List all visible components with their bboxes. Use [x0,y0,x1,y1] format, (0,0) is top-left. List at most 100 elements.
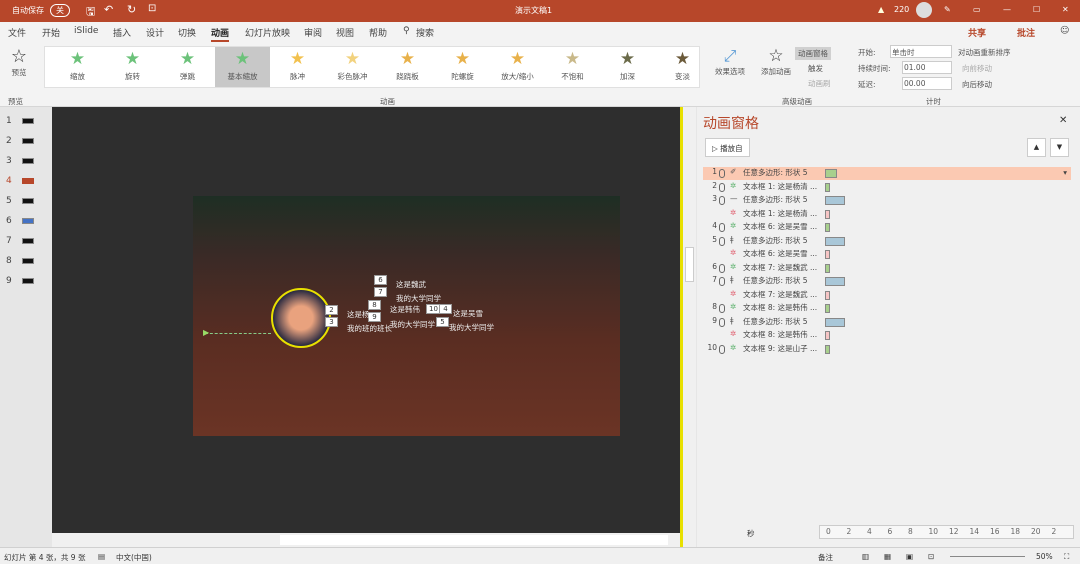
zoom-level[interactable]: 50% [1036,552,1053,561]
delay-input[interactable]: 00.00 [902,77,952,90]
tab-help[interactable]: 帮助 [369,26,387,39]
move-down-button[interactable]: ▼ [1050,138,1069,157]
minimize-button[interactable]: — [1003,5,1011,14]
pen-icon[interactable]: ✎ [944,5,951,14]
slide-text[interactable]: 这是魏武 [396,279,426,290]
tab-animations[interactable]: 动画 [211,26,230,42]
animation-list-item[interactable]: ✲ 文本框 8: 这是韩伟 ... [703,329,1071,342]
animation-list-item[interactable]: 10 ✲ 文本框 9: 这是山子 ... [703,343,1071,356]
vertical-scrollbar[interactable] [683,107,696,547]
timing-bar[interactable] [825,182,830,192]
normal-view-icon[interactable]: ▥ [862,552,869,561]
slide-thumbnail[interactable]: 5 [6,196,34,206]
timing-bar[interactable] [825,331,830,340]
animation-painter-button[interactable]: 动画刷 [808,78,831,89]
tab-islide[interactable]: iSlide [74,26,98,36]
animation-list-item[interactable]: ✲ 文本框 1: 这是杨清 ... [703,208,1071,221]
gallery-item[interactable]: ★ 放大/缩小 [490,47,545,87]
slide-sorter-icon[interactable]: ▦ [884,552,891,561]
comments-button[interactable]: 批注 [1017,26,1035,39]
timing-bar[interactable] [825,169,837,178]
timing-bar[interactable] [825,209,830,219]
spellcheck-icon[interactable]: ▤ [98,552,105,561]
gallery-item[interactable]: ★ 陀螺旋 [435,47,490,87]
timing-bar[interactable] [825,236,845,246]
animation-list-item[interactable]: 2 ✲ 文本框 1: 这是杨清 ... [703,181,1071,194]
play-from-button[interactable]: ▷ 播放自 [705,138,750,157]
gallery-item[interactable]: ★ 变淡 [655,47,710,87]
slide-thumbnail[interactable]: 6 [6,216,34,226]
move-later-button[interactable]: 向后移动 [962,79,992,90]
tab-file[interactable]: 文件 [8,26,26,39]
duration-input[interactable]: 01.00 [902,61,952,74]
undo-icon[interactable]: ↶ [104,3,113,16]
animation-list-item[interactable]: ✲ 文本框 6: 这是吴雪 ... [703,248,1071,261]
redo-icon[interactable]: ↻ [127,3,136,16]
gallery-item[interactable]: ★ 不饱和 [545,47,600,87]
timing-bar[interactable] [825,263,830,273]
gallery-item[interactable]: ★ 弹跳 [160,47,215,87]
portrait-photo[interactable] [271,288,331,348]
slide-text[interactable]: 我的班的班长 [347,323,392,334]
save-icon[interactable]: 🖫 [86,3,95,22]
animation-list-item[interactable]: 1 ✐ 任意多边形: 形状 5 ▾ [703,167,1071,180]
timing-bar[interactable] [825,250,830,259]
animation-list-item[interactable]: 6 ✲ 文本框 7: 这是魏武 ... [703,262,1071,275]
timeline-ruler[interactable]: 0 2 4 6 8 10 12 14 16 18 20 2 [819,525,1074,539]
slide-thumbnail[interactable]: 4 [6,176,34,186]
slide-text[interactable]: 我的大学同学 [449,322,494,333]
animation-list-item[interactable]: 9 ǂ 任意多边形: 形状 5 [703,316,1071,329]
tab-insert[interactable]: 插入 [113,26,131,39]
slide-text[interactable]: 我的大学同学 [396,293,441,304]
tab-search[interactable]: 搜索 [416,26,434,39]
slide-text[interactable]: 我的大学同学 [390,319,435,330]
start-select[interactable]: 单击时 [890,45,952,58]
warning-icon[interactable]: ▲ [878,5,884,14]
gallery-item[interactable]: ★ 缩放 [50,47,105,87]
timing-bar[interactable] [825,196,845,205]
timing-bar[interactable] [825,290,830,300]
close-pane-icon[interactable]: ✕ [1059,115,1067,126]
gallery-item[interactable]: ★ 脉冲 [270,47,325,87]
tab-design[interactable]: 设计 [146,26,164,39]
gallery-item[interactable]: ★ 加深 [600,47,655,87]
tab-home[interactable]: 开始 [42,26,60,39]
gallery-item[interactable]: ★ 彩色脉冲 [325,47,380,87]
notes-button[interactable]: 备注 [818,552,833,563]
slide-text[interactable]: 这是吴雪 [453,308,483,319]
gallery-item[interactable]: ★ 跷跷板 [380,47,435,87]
animation-list-item[interactable]: 7 ǂ 任意多边形: 形状 5 [703,275,1071,288]
timing-bar[interactable] [825,344,830,354]
share-button[interactable]: 共享 [968,26,986,39]
animation-list-item[interactable]: 3 — 任意多边形: 形状 5 [703,194,1071,207]
ribbon-display-icon[interactable]: ▭ [973,5,981,14]
timing-bar[interactable] [825,304,830,313]
move-up-button[interactable]: ▲ [1027,138,1046,157]
trigger-button[interactable]: 触发 [808,63,823,74]
slide-thumbnail[interactable]: 8 [6,256,34,266]
tab-slideshow[interactable]: 幻灯片放映 [245,26,290,39]
search-icon[interactable]: ⚲ [403,26,410,36]
present-icon[interactable]: ⊡ [148,3,156,14]
horizontal-scrollbar[interactable] [52,533,680,547]
dropdown-icon[interactable]: ▾ [1063,168,1067,177]
animation-pane-button[interactable]: 动画窗格 [795,47,831,60]
animation-list-item[interactable]: ✲ 文本框 7: 这是魏武 ... [703,289,1071,302]
reading-view-icon[interactable]: ▣ [906,552,913,561]
timing-bar[interactable] [825,223,830,232]
zoom-slider[interactable] [950,556,1025,557]
tab-review[interactable]: 审阅 [304,26,322,39]
fit-slide-icon[interactable]: ⛶ [1064,552,1069,562]
tab-transitions[interactable]: 切换 [178,26,196,39]
effect-options-button[interactable]: ⤢ 效果选项 [712,46,748,77]
slide-text[interactable]: 这是韩伟 [390,304,420,315]
gallery-item[interactable]: ★ 基本缩放 [215,47,270,87]
avatar[interactable] [916,2,932,18]
feedback-icon[interactable]: ☺ [1060,26,1069,36]
animation-list-item[interactable]: 4 ✲ 文本框 6: 这是吴雪 ... [703,221,1071,234]
timing-bar[interactable] [825,317,845,327]
preview-button[interactable]: ☆ 预览 [6,46,32,78]
slide-thumbnail[interactable]: 9 [6,276,34,286]
add-animation-button[interactable]: ☆ 添加动画 [758,46,794,77]
animation-list-item[interactable]: 5 ǂ 任意多边形: 形状 5 [703,235,1071,248]
